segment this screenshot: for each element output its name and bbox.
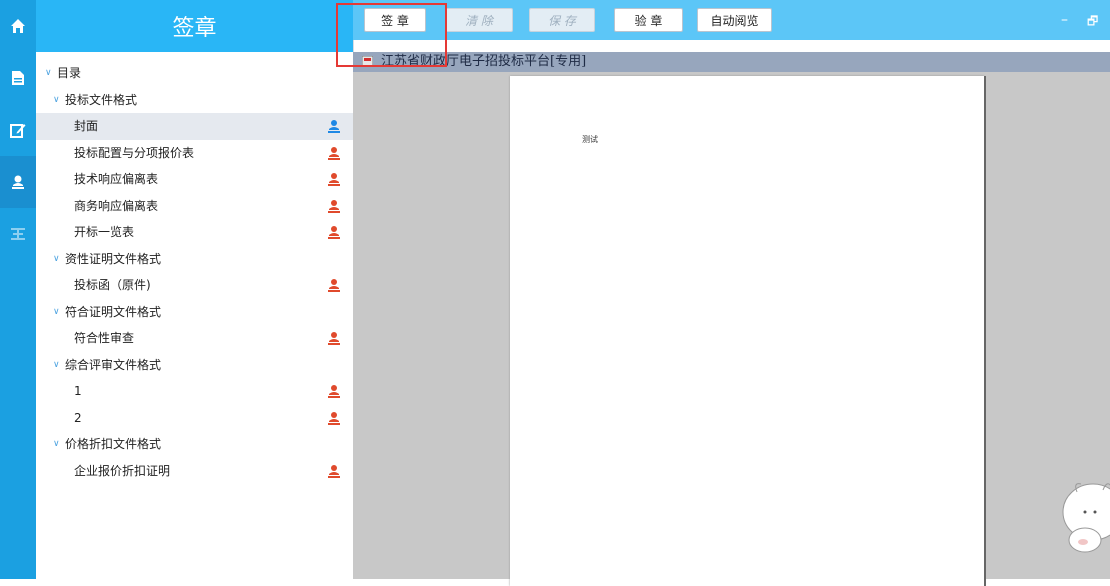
tree-item-label: 价格折扣文件格式 bbox=[65, 437, 162, 451]
home-icon[interactable] bbox=[0, 0, 36, 52]
tree-item-label: 开标一览表 bbox=[74, 225, 135, 239]
tree-item-label: 投标配置与分项报价表 bbox=[74, 145, 195, 160]
stamp-icon[interactable] bbox=[327, 146, 341, 160]
document-tab-title[interactable]: 江苏省财政厅电子招投标平台[专用] bbox=[381, 52, 586, 72]
document-icon[interactable] bbox=[0, 52, 36, 104]
chevron-down-icon[interactable]: ∨ bbox=[53, 431, 60, 458]
stamp-icon[interactable] bbox=[327, 384, 341, 398]
chevron-down-icon[interactable]: ∨ bbox=[53, 352, 60, 379]
tree-section[interactable]: ∨ 综合评审文件格式 bbox=[36, 352, 353, 379]
tree-section[interactable]: ∨ 价格折扣文件格式 bbox=[36, 431, 353, 458]
tree-item[interactable]: 符合性审查 bbox=[36, 325, 353, 352]
tree-icon[interactable] bbox=[0, 208, 36, 260]
tree-section[interactable]: ∨ 符合证明文件格式 bbox=[36, 299, 353, 326]
tree-item-label: 投标文件格式 bbox=[65, 92, 138, 107]
save-button[interactable]: 保 存 bbox=[529, 8, 595, 32]
stamp-icon[interactable] bbox=[327, 225, 341, 239]
sidebar: 签章 ∨ 目录 ∨ 投标文件格式封面投标配置与分项报价表 技术响应偏离表 商务响应偏离表开… bbox=[36, 0, 354, 579]
sign-button[interactable]: 签 章 bbox=[364, 8, 426, 32]
document-page[interactable]: 测试 bbox=[510, 76, 984, 586]
stamp-icon[interactable] bbox=[327, 199, 341, 213]
page-text: 测试 bbox=[582, 135, 598, 144]
mascot-sticker bbox=[1062, 483, 1110, 553]
chevron-down-icon[interactable]: ∨ bbox=[53, 246, 60, 273]
verify-button[interactable]: 验 章 bbox=[614, 8, 683, 32]
user-stamp-icon[interactable] bbox=[0, 156, 36, 208]
tree-item-label: 商务响应偏离表 bbox=[74, 198, 159, 213]
tree-section[interactable]: ∨ 投标文件格式 bbox=[36, 87, 353, 114]
toolbar: 签 章 清 除 保 存 验 章 自动阅览 – 🗗 bbox=[353, 0, 1110, 40]
tree-item-label: 综合评审文件格式 bbox=[65, 357, 162, 372]
tree-item-label: 投标函（原件) bbox=[74, 278, 151, 292]
left-rail bbox=[0, 0, 36, 579]
tree-section[interactable]: ∨ 目录 bbox=[36, 60, 353, 87]
document-tab-bar: 江苏省财政厅电子招投标平台[专用] bbox=[353, 52, 1110, 72]
chevron-down-icon[interactable]: ∨ bbox=[53, 87, 60, 114]
tree-item[interactable]: 企业报价折扣证明 bbox=[36, 458, 353, 485]
tree-item-label: 企业报价折扣证明 bbox=[74, 463, 171, 478]
tree-item-label: 符合证明文件格式 bbox=[65, 304, 162, 319]
stamp-icon[interactable] bbox=[327, 331, 341, 345]
stamp-icon[interactable] bbox=[327, 172, 341, 186]
tree-item-label: 2 bbox=[74, 410, 82, 425]
tree-item[interactable]: 开标一览表 bbox=[36, 219, 353, 246]
tree-item-label: 目录 bbox=[57, 66, 82, 80]
document-viewer[interactable]: 测试 bbox=[353, 72, 1110, 586]
edit-icon[interactable] bbox=[0, 104, 36, 156]
tree-item[interactable]: 2 bbox=[36, 405, 353, 432]
stamp-icon[interactable] bbox=[327, 119, 341, 133]
pdf-icon bbox=[362, 56, 373, 66]
tree-item[interactable]: 商务响应偏离表 bbox=[36, 193, 353, 220]
chevron-down-icon[interactable]: ∨ bbox=[53, 299, 60, 326]
tree-item[interactable]: 投标函（原件) bbox=[36, 272, 353, 299]
restore-icon[interactable]: 🗗 bbox=[1087, 12, 1098, 33]
tree-item-label: 1 bbox=[74, 384, 82, 398]
minimize-icon[interactable]: – bbox=[1061, 12, 1068, 28]
stamp-icon[interactable] bbox=[327, 464, 341, 478]
tree-item[interactable]: 1 bbox=[36, 378, 353, 405]
clear-button[interactable]: 清 除 bbox=[445, 8, 513, 32]
tree-item[interactable]: 投标配置与分项报价表 bbox=[36, 140, 353, 167]
sidebar-title: 签章 bbox=[36, 0, 353, 52]
auto-read-button[interactable]: 自动阅览 bbox=[697, 8, 772, 32]
stamp-icon[interactable] bbox=[327, 411, 341, 425]
tree-item-label: 技术响应偏离表 bbox=[74, 172, 159, 186]
tree-item-label: 封面 bbox=[74, 119, 99, 133]
tree-item-label: 资性证明文件格式 bbox=[65, 251, 162, 266]
tree-item-label: 符合性审查 bbox=[74, 331, 135, 345]
stamp-icon[interactable] bbox=[327, 278, 341, 292]
document-tree: ∨ 目录 ∨ 投标文件格式封面投标配置与分项报价表 技术响应偏离表 商务响应偏离表 开标一览… bbox=[36, 60, 353, 484]
tree-item[interactable]: 封面 bbox=[36, 113, 353, 140]
tree-section[interactable]: ∨ 资性证明文件格式 bbox=[36, 246, 353, 273]
tree-item[interactable]: 技术响应偏离表 bbox=[36, 166, 353, 193]
chevron-down-icon[interactable]: ∨ bbox=[45, 60, 52, 87]
